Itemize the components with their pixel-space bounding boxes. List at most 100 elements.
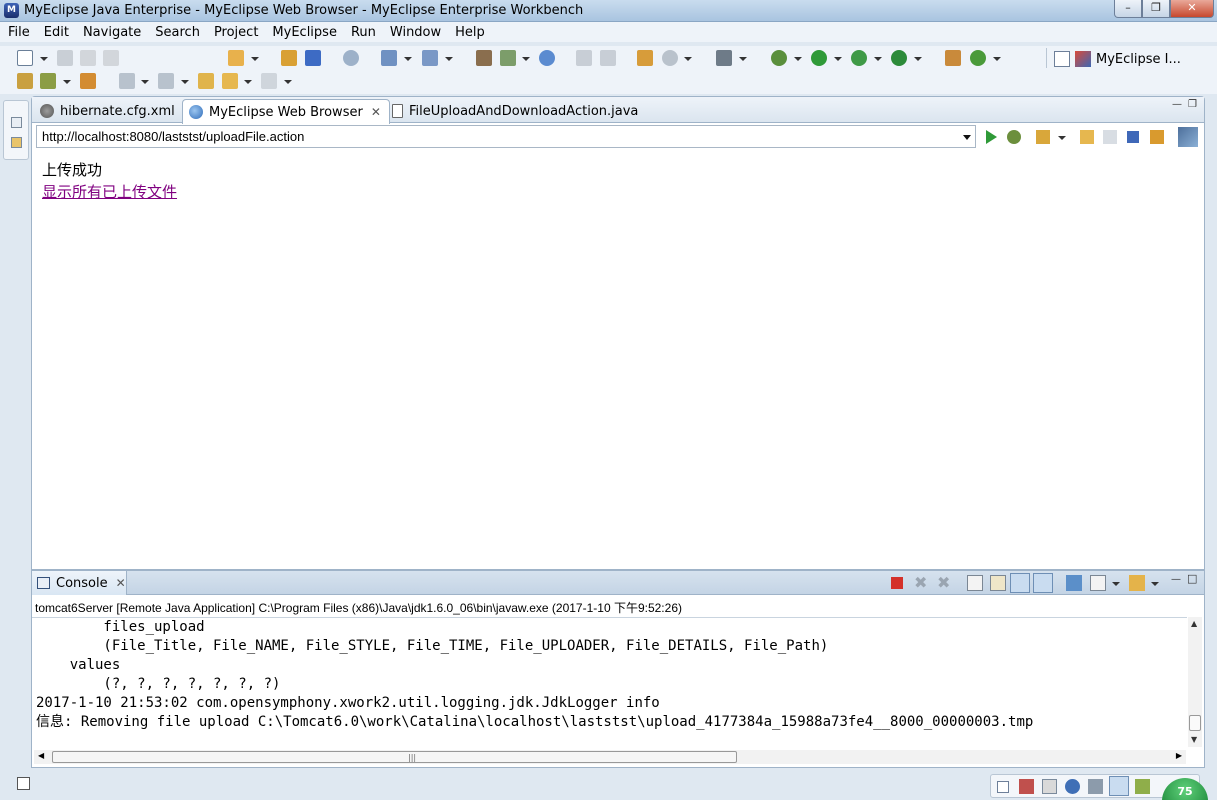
restore-view-icon[interactable] <box>11 117 22 128</box>
scroll-down-icon[interactable]: ▼ <box>1191 735 1197 744</box>
run-server-icon[interactable] <box>500 50 516 66</box>
url-dropdown-icon[interactable] <box>963 135 971 140</box>
url-combobox[interactable] <box>36 125 976 148</box>
web-wizard-dropdown-icon[interactable] <box>404 57 412 61</box>
problems-icon[interactable] <box>1019 779 1034 794</box>
print-icon[interactable] <box>103 50 119 66</box>
debug-page-icon[interactable] <box>1007 130 1021 144</box>
menu-window[interactable]: Window <box>390 25 441 40</box>
show-on-stdout-icon[interactable] <box>1010 573 1030 593</box>
favorites-dropdown-icon[interactable] <box>1058 136 1066 140</box>
close-tab-icon[interactable]: ✕ <box>371 105 381 119</box>
fast-view-icon[interactable] <box>17 777 30 790</box>
wand-icon[interactable] <box>40 73 56 89</box>
minimize-view-icon[interactable]: — <box>1172 100 1184 111</box>
close-button[interactable]: ✕ <box>1170 0 1214 18</box>
next-annotation-dropdown-icon[interactable] <box>141 80 149 84</box>
last-edit-icon[interactable] <box>198 73 214 89</box>
url-input[interactable] <box>37 126 947 147</box>
run-external-icon[interactable] <box>851 50 867 66</box>
open-console-icon[interactable] <box>1129 575 1145 591</box>
tab-hibernate-cfg[interactable]: hibernate.cfg.xml <box>34 99 183 123</box>
display-console-dropdown-icon[interactable] <box>1112 582 1120 586</box>
web-wizard-icon[interactable] <box>381 50 397 66</box>
console-output[interactable]: files_upload (File_Title, File_NAME, Fil… <box>32 617 1187 747</box>
menu-navigate[interactable]: Navigate <box>83 25 141 40</box>
run-server-dropdown-icon[interactable] <box>522 57 530 61</box>
menu-run[interactable]: Run <box>351 25 376 40</box>
save-icon[interactable] <box>57 50 73 66</box>
package-explorer-icon[interactable] <box>11 137 22 148</box>
go-icon[interactable] <box>986 130 997 144</box>
debug-dropdown-icon[interactable] <box>794 57 802 61</box>
package-icon[interactable] <box>281 50 297 66</box>
tab-web-browser[interactable]: MyEclipse Web Browser ✕ <box>182 99 390 124</box>
forward-icon[interactable] <box>261 73 277 89</box>
restore-button[interactable]: ❐ <box>1142 0 1170 18</box>
server-icon[interactable] <box>343 50 359 66</box>
remove-all-icon[interactable]: ✖ <box>937 575 953 591</box>
menu-edit[interactable]: Edit <box>44 25 69 40</box>
forward-dropdown-icon[interactable] <box>284 80 292 84</box>
minimize-console-icon[interactable]: — <box>1171 575 1183 586</box>
menu-search[interactable]: Search <box>155 25 200 40</box>
class-wizard-icon[interactable] <box>422 50 438 66</box>
menu-project[interactable]: Project <box>214 25 258 40</box>
coverage-dropdown-icon[interactable] <box>914 57 922 61</box>
next-annotation-icon[interactable] <box>119 73 135 89</box>
open-type-icon[interactable] <box>945 50 961 66</box>
console-horizontal-scrollbar[interactable]: ◀ ||| ▶ <box>34 750 1186 764</box>
show-uploaded-files-link[interactable]: 显示所有已上传文件 <box>42 181 177 202</box>
clear-console-icon[interactable] <box>967 575 983 591</box>
globe-icon[interactable] <box>662 50 678 66</box>
stop-icon[interactable] <box>1127 131 1139 143</box>
perspective-switcher[interactable]: MyEclipse I... <box>1054 48 1204 70</box>
show-on-stderr-icon[interactable] <box>1033 573 1053 593</box>
minimize-button[interactable]: – <box>1114 0 1142 18</box>
back-dropdown-icon[interactable] <box>244 80 252 84</box>
console-vertical-scrollbar[interactable]: ▲ ▼ <box>1188 617 1202 747</box>
servers-icon[interactable] <box>476 50 492 66</box>
restore-icon[interactable] <box>997 781 1009 793</box>
console-trim-icon[interactable] <box>1109 776 1129 796</box>
open-perspective-icon[interactable] <box>1054 51 1070 67</box>
run-icon[interactable] <box>811 50 827 66</box>
run-dropdown-icon[interactable] <box>834 57 842 61</box>
coverage-icon[interactable] <box>891 50 907 66</box>
camera-icon[interactable] <box>716 50 732 66</box>
scroll-left-icon[interactable]: ◀ <box>38 751 44 760</box>
prev-annotation-icon[interactable] <box>158 73 174 89</box>
tasks-icon[interactable] <box>1042 779 1057 794</box>
globe-dropdown-icon[interactable] <box>684 57 692 61</box>
scroll-right-icon[interactable]: ▶ <box>1176 751 1182 760</box>
run-external-dropdown-icon[interactable] <box>874 57 882 61</box>
horizontal-scroll-thumb[interactable]: ||| <box>52 751 737 763</box>
new-dropdown-icon[interactable] <box>40 57 48 61</box>
scroll-up-icon[interactable]: ▲ <box>1191 619 1197 628</box>
scroll-lock-icon[interactable] <box>990 575 1006 591</box>
deploy-icon[interactable] <box>305 50 321 66</box>
class-wizard-dropdown-icon[interactable] <box>445 57 453 61</box>
maximize-view-icon[interactable]: ❐ <box>1188 100 1200 111</box>
new-web-project-icon[interactable] <box>228 50 244 66</box>
remove-launch-icon[interactable]: ✖ <box>914 575 930 591</box>
open-folder-icon[interactable] <box>17 73 33 89</box>
tab-console[interactable]: Console ✕ <box>32 571 127 595</box>
browser-settings-icon[interactable] <box>1178 127 1198 147</box>
maximize-console-icon[interactable]: □ <box>1187 573 1199 585</box>
save-all-icon[interactable] <box>80 50 96 66</box>
browser-refresh-icon[interactable] <box>1150 130 1164 144</box>
favorites-icon[interactable] <box>1036 130 1050 144</box>
open-resource-icon[interactable] <box>80 73 96 89</box>
browser-icon[interactable] <box>539 50 555 66</box>
wand-dropdown-icon[interactable] <box>63 80 71 84</box>
display-console-icon[interactable] <box>1090 575 1106 591</box>
menu-help[interactable]: Help <box>455 25 485 40</box>
new-web-dropdown-icon[interactable] <box>251 57 259 61</box>
vertical-scroll-thumb[interactable] <box>1189 715 1201 731</box>
browser-back-icon[interactable] <box>1080 130 1094 144</box>
camera-dropdown-icon[interactable] <box>739 57 747 61</box>
refresh-icon[interactable] <box>970 50 986 66</box>
new-icon[interactable] <box>17 50 33 66</box>
terminate-icon[interactable] <box>891 577 903 589</box>
